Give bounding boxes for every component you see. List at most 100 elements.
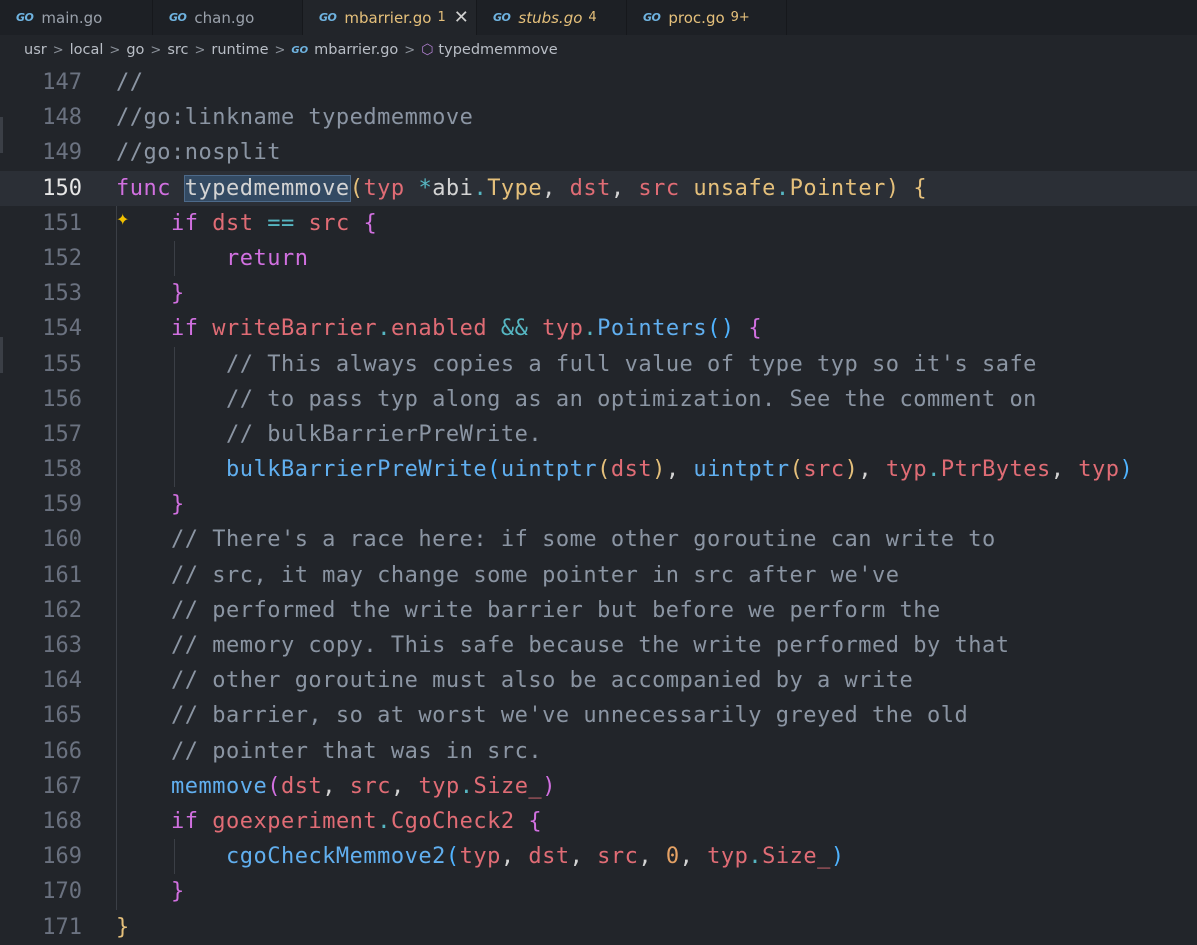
breadcrumb-go[interactable]: go (126, 42, 144, 58)
code-text: // memory copy. This safe because the wr… (116, 628, 1009, 663)
code-line[interactable]: 155 // This always copies a full value o… (0, 346, 1197, 382)
code-line[interactable]: 164 // other goroutine must also be acco… (0, 663, 1197, 699)
chevron-right-icon: > (150, 42, 162, 58)
code-token: , (858, 457, 886, 483)
code-line[interactable]: 147 // (0, 65, 1197, 100)
code-token: , (390, 773, 419, 799)
code-line[interactable]: 150 func typedmemmove(typ *abi.Type, dst,… (0, 170, 1197, 206)
code-token: typ (363, 175, 405, 201)
code-line[interactable]: 170 } (0, 874, 1197, 910)
line-number: 156 (42, 386, 82, 412)
code-line[interactable]: 154 if writeBarrier.enabled && typ.Point… (0, 311, 1197, 347)
code-token: == (267, 210, 295, 236)
code-text: //go:nosplit (116, 135, 281, 170)
code-token: typ (459, 844, 501, 870)
breadcrumb-usr[interactable]: usr (24, 42, 47, 58)
line-number: 164 (42, 668, 82, 694)
code-token: . (927, 457, 941, 483)
code-line[interactable]: 171} (0, 910, 1197, 945)
code-line[interactable]: 165 // barrier, so at worst we've unnece… (0, 698, 1197, 734)
tab-main-go[interactable]: GO main.go (0, 0, 153, 35)
line-number: 168 (42, 808, 82, 834)
line-number: 151 (42, 210, 82, 236)
code-token: Size_ (762, 844, 831, 870)
code-token: { (363, 210, 378, 236)
line-number: 160 (42, 527, 82, 553)
code-line[interactable]: 159 } (0, 487, 1197, 523)
code-line[interactable]: 162 // performed the write barrier but b… (0, 592, 1197, 628)
code-line[interactable]: 151 if dst == src {✦ (0, 205, 1197, 241)
code-token: if (170, 808, 199, 834)
go-file-icon: GO (493, 11, 511, 24)
line-number: 171 (42, 914, 82, 940)
code-line[interactable]: 153 } (0, 276, 1197, 312)
breadcrumb-src[interactable]: src (167, 42, 188, 58)
code-line[interactable]: 148 //go:linkname typedmemmove (0, 100, 1197, 135)
breadcrumb-runtime[interactable]: runtime (211, 42, 268, 58)
code-editor[interactable]: 147 // 148 //go:linkname typedmemmove 149 //g… (0, 65, 1197, 945)
line-number: 169 (42, 844, 82, 870)
code-token: goexperiment (212, 808, 378, 834)
tab-stubs-go[interactable]: GO stubs.go 4 (477, 0, 627, 35)
code-text: memmove(dst, src, typ.Size_) (116, 769, 556, 804)
code-line[interactable]: 160 // There's a race here: if some othe… (0, 522, 1197, 558)
code-line[interactable]: 169 cgoCheckMemmove2(typ, dst, src, 0, t… (0, 839, 1197, 875)
ai-sparkle-icon[interactable]: ✦ (116, 206, 129, 234)
code-token: // to pass typ along as an optimization.… (225, 386, 1037, 412)
line-number: 159 (42, 492, 82, 518)
line-number: 150 (42, 175, 82, 201)
code-token: src (308, 210, 350, 236)
code-token: if (170, 316, 199, 342)
code-line[interactable]: 158 bulkBarrierPreWrite(uintptr(dst), ui… (0, 452, 1197, 488)
code-token: dst (528, 844, 570, 870)
tab-mbarrier-go[interactable]: GO mbarrier.go 1 ✕ (303, 0, 477, 35)
code-line[interactable]: 167 memmove(dst, src, typ.Size_) (0, 768, 1197, 804)
code-token: 0 (665, 844, 680, 870)
code-token: } (170, 879, 185, 905)
code-line[interactable]: 161 // src, it may change some pointer i… (0, 557, 1197, 593)
code-text: if writeBarrier.enabled && typ.Pointers(… (116, 311, 762, 346)
close-tab-icon[interactable]: ✕ (454, 8, 469, 27)
code-token: && (500, 316, 529, 342)
code-token: . (459, 773, 474, 799)
code-token: // performed the write barrier but befor… (170, 597, 941, 623)
code-line[interactable]: 149 //go:nosplit (0, 135, 1197, 170)
code-token: src (803, 457, 845, 483)
code-line[interactable]: 152 return (0, 240, 1197, 277)
line-number: 153 (42, 281, 82, 307)
code-line[interactable]: 157 // bulkBarrierPreWrite. (0, 416, 1197, 453)
code-token: { (528, 808, 543, 834)
breadcrumb-symbol[interactable]: typedmemmove (438, 42, 557, 58)
code-token: . (775, 175, 790, 201)
code-token: { (913, 175, 928, 201)
problem-count-badge: 1 (437, 10, 446, 25)
code-token: ) (830, 844, 845, 870)
code-text: // bulkBarrierPreWrite. (116, 417, 542, 452)
code-token: , (542, 175, 570, 201)
tab-proc-go[interactable]: GO proc.go 9+ (627, 0, 787, 35)
breadcrumb-local[interactable]: local (70, 42, 104, 58)
line-number: 163 (42, 633, 82, 658)
tab-chan-go[interactable]: GO chan.go (153, 0, 303, 35)
breadcrumb-file[interactable]: mbarrier.go (314, 42, 398, 58)
code-token: * (418, 175, 433, 201)
code-line[interactable]: 156 // to pass typ along as an optimizat… (0, 381, 1197, 417)
code-line[interactable]: 163 // memory copy. This safe because th… (0, 628, 1197, 664)
code-line[interactable]: 166 // pointer that was in src. (0, 733, 1197, 769)
code-token: ( (267, 773, 281, 799)
code-line[interactable]: 168 if goexperiment.CgoCheck2 { (0, 803, 1197, 840)
code-token: enabled (390, 316, 488, 342)
code-text: if dst == src { (116, 206, 377, 241)
